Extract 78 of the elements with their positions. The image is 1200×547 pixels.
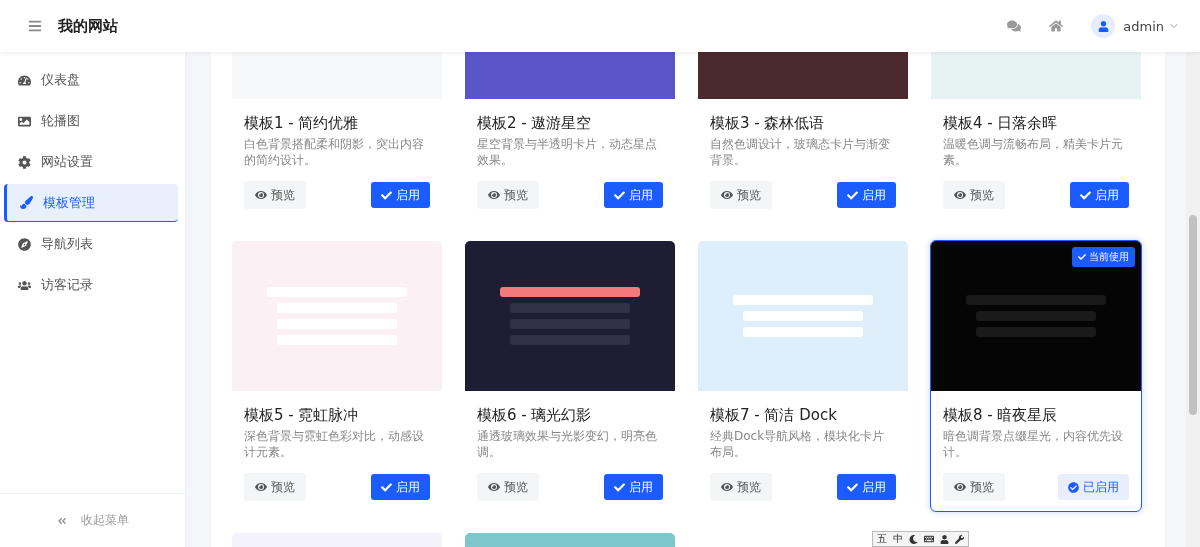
user-menu[interactable]: admin bbox=[1115, 18, 1180, 34]
eye-icon bbox=[954, 481, 966, 493]
ime-key[interactable]: 中 bbox=[893, 532, 903, 546]
eye-icon bbox=[255, 189, 267, 201]
enable-button[interactable]: 启用 bbox=[371, 182, 430, 208]
eye-icon bbox=[488, 481, 500, 493]
sidebar-item[interactable]: 轮播图 bbox=[4, 102, 178, 140]
wrench-icon[interactable] bbox=[955, 534, 964, 544]
template-description: 经典Dock导航风格，模块化卡片布局。 bbox=[710, 428, 886, 460]
check-icon bbox=[381, 189, 392, 201]
user-icon[interactable] bbox=[940, 534, 949, 544]
eye-icon bbox=[721, 189, 733, 201]
enable-button[interactable]: 启用 bbox=[604, 474, 663, 500]
eye-icon bbox=[255, 481, 267, 493]
sidebar-item[interactable]: 模板管理 bbox=[4, 184, 178, 222]
preview-button[interactable]: 预览 bbox=[477, 473, 539, 501]
template-title: 模板6 - 璃光幻影 bbox=[477, 405, 593, 425]
template-description: 星空背景与半透明卡片，动态星点效果。 bbox=[477, 136, 658, 168]
check-icon bbox=[847, 481, 858, 493]
keyboard-icon[interactable] bbox=[924, 534, 934, 544]
template-description: 深色背景与霓虹色彩对比，动感设计元素。 bbox=[244, 428, 425, 460]
template-description: 自然色调设计，玻璃态卡片与渐变背景。 bbox=[710, 136, 891, 168]
gauge-icon bbox=[18, 73, 31, 87]
user-icon bbox=[1097, 20, 1109, 32]
preview-button[interactable]: 预览 bbox=[244, 473, 306, 501]
compass-icon bbox=[18, 237, 31, 251]
chat-icon bbox=[1007, 19, 1022, 33]
template-title: 模板5 - 霓虹脉冲 bbox=[244, 405, 360, 425]
double-chevron-left-icon bbox=[56, 515, 67, 526]
enable-button[interactable]: 启用 bbox=[837, 474, 896, 500]
template-description: 通透玻璃效果与光影变幻，明亮色调。 bbox=[477, 428, 658, 460]
sidebar-item[interactable]: 导航列表 bbox=[4, 225, 178, 263]
preview-button[interactable]: 预览 bbox=[710, 181, 772, 209]
eye-icon bbox=[721, 481, 733, 493]
current-badge: 当前使用 bbox=[1072, 247, 1135, 267]
check-icon bbox=[381, 481, 392, 493]
users-icon bbox=[18, 278, 31, 292]
site-title: 我的网站 bbox=[58, 16, 118, 36]
template-title: 模板3 - 森林低语 bbox=[710, 113, 826, 133]
enable-button[interactable]: 启用 bbox=[1070, 182, 1129, 208]
enable-button[interactable]: 启用 bbox=[837, 182, 896, 208]
eye-icon bbox=[954, 189, 966, 201]
ime-key[interactable]: 五 bbox=[877, 532, 887, 546]
menu-icon[interactable] bbox=[28, 19, 42, 33]
preview-button[interactable]: 预览 bbox=[710, 473, 772, 501]
template-title: 模板8 - 暗夜星辰 bbox=[943, 405, 1059, 425]
preview-button[interactable]: 预览 bbox=[244, 181, 306, 209]
check-icon bbox=[1080, 189, 1091, 201]
settings-icon bbox=[18, 155, 31, 169]
home-icon bbox=[1049, 19, 1064, 33]
scrollbar[interactable] bbox=[1186, 52, 1200, 547]
check-icon bbox=[614, 189, 625, 201]
chat-button[interactable] bbox=[1007, 19, 1022, 33]
home-button[interactable] bbox=[1049, 19, 1064, 33]
check-icon bbox=[1078, 253, 1086, 261]
sidebar-item[interactable]: 网站设置 bbox=[4, 143, 178, 181]
preview-button[interactable]: 预览 bbox=[943, 181, 1005, 209]
image-icon bbox=[18, 114, 31, 128]
template-title: 模板4 - 日落余晖 bbox=[943, 113, 1059, 133]
template-description: 白色背景搭配柔和阴影，突出内容的简约设计。 bbox=[244, 136, 425, 168]
enable-button[interactable]: 启用 bbox=[371, 474, 430, 500]
template-title: 模板7 - 简洁 Dock bbox=[710, 405, 838, 425]
eye-icon bbox=[488, 189, 500, 201]
check-icon bbox=[614, 481, 625, 493]
avatar[interactable] bbox=[1091, 14, 1116, 38]
template-title: 模板1 - 简约优雅 bbox=[244, 113, 360, 133]
template-description: 暗色调背景点缀星光，内容优先设计。 bbox=[943, 428, 1124, 460]
moon-icon[interactable] bbox=[909, 534, 918, 544]
template-title: 模板2 - 遨游星空 bbox=[477, 113, 593, 133]
sidebar-item[interactable]: 访客记录 bbox=[4, 266, 178, 304]
check-icon bbox=[847, 189, 858, 201]
brush-icon bbox=[20, 196, 33, 209]
enable-button[interactable]: 已启用 bbox=[1058, 474, 1129, 500]
template-description: 温暖色调与流畅布局，精美卡片元素。 bbox=[943, 136, 1124, 168]
sidebar-item[interactable]: 仪表盘 bbox=[4, 61, 178, 99]
preview-button[interactable]: 预览 bbox=[477, 181, 539, 209]
enable-button[interactable]: 启用 bbox=[604, 182, 663, 208]
preview-button[interactable]: 预览 bbox=[943, 473, 1005, 501]
